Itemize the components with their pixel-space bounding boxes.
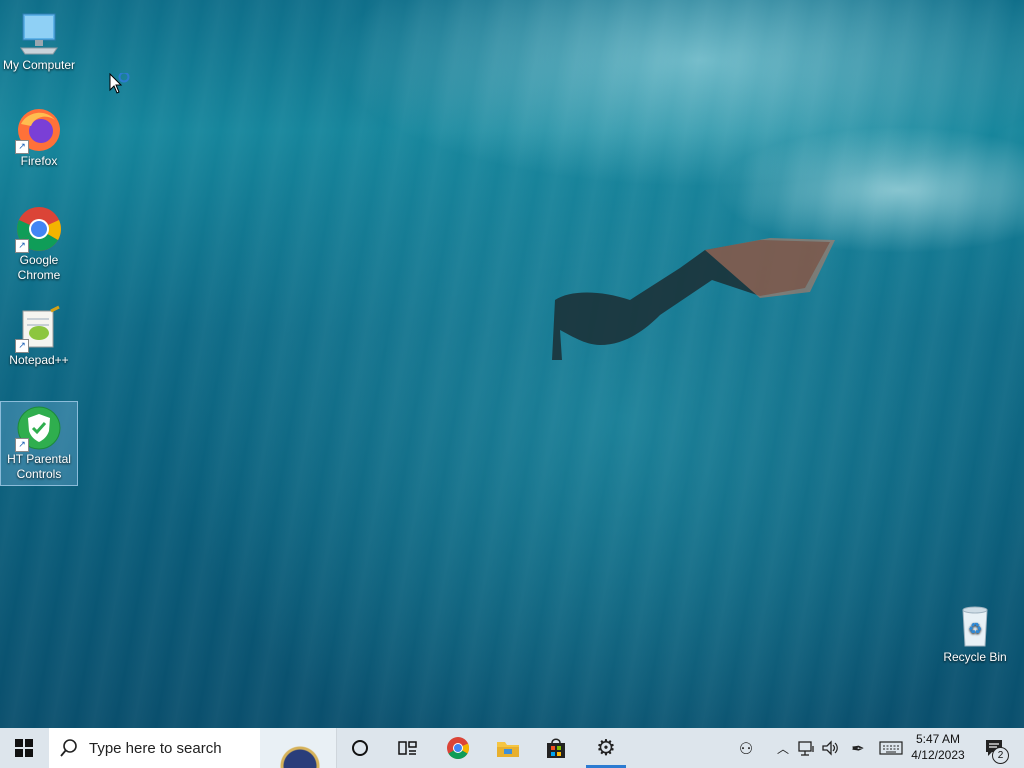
keyboard-icon [879, 741, 903, 755]
task-view-icon [398, 741, 417, 755]
recycle-bin-icon: ♻ [951, 602, 999, 650]
network-icon [798, 741, 814, 756]
cortana-button[interactable] [336, 728, 384, 768]
shortcut-arrow-icon: ↗ [15, 140, 29, 154]
windows-logo-icon [15, 739, 33, 757]
pen-icon: ✒ [851, 738, 865, 758]
network-button[interactable] [796, 728, 818, 768]
search-placeholder: Type here to search [89, 739, 222, 757]
desktop-icon-label: Recycle Bin [943, 650, 1007, 664]
taskbar-search-box[interactable]: Type here to search [49, 728, 337, 768]
speaker-icon [822, 740, 838, 756]
show-hidden-icons-button[interactable]: ︿ [774, 728, 792, 768]
chrome-icon [447, 737, 469, 759]
desktop-icon-label: My Computer [2, 58, 76, 72]
computer-icon [15, 10, 63, 58]
desktop-icon-label: HT Parental Controls [7, 452, 71, 481]
desktop-icon-ht-parental-controls[interactable]: ↗ HT Parental Controls [0, 401, 78, 486]
shortcut-arrow-icon: ↗ [15, 438, 29, 452]
settings-icon: ⚙ [596, 735, 616, 761]
desktop-icon-label: Google Chrome [17, 253, 61, 282]
chrome-icon: ↗ [15, 205, 63, 253]
notification-count-badge: 2 [992, 747, 1009, 764]
taskbar: Type here to search ⚙ [0, 728, 1024, 768]
taskbar-settings-button[interactable]: ⚙ [582, 728, 630, 768]
action-center-button[interactable]: 2 [978, 728, 1012, 768]
chevron-up-icon: ︿ [776, 741, 789, 756]
desktop-icon-firefox[interactable]: ↗ Firefox [1, 104, 77, 174]
volume-button[interactable] [820, 728, 840, 768]
desktop-icon-recycle-bin[interactable]: ♻ Recycle Bin [937, 600, 1013, 670]
diver-silhouette [552, 238, 835, 360]
file-explorer-icon [497, 742, 519, 757]
taskbar-file-explorer-button[interactable] [484, 728, 532, 768]
people-button[interactable]: ⚇ [734, 728, 758, 768]
desktop-icon-notepad-plus-plus[interactable]: ↗ Notepad++ [1, 303, 77, 373]
cortana-icon [352, 740, 368, 756]
desktop-icon-my-computer[interactable]: My Computer [1, 8, 77, 74]
taskbar-chrome-button[interactable] [434, 728, 482, 768]
task-view-button[interactable] [384, 728, 432, 768]
shortcut-arrow-icon: ↗ [15, 239, 29, 253]
clock-time: 5:47 AM [915, 732, 961, 746]
notepad-plus-plus-icon: ↗ [15, 305, 63, 353]
start-button[interactable] [0, 728, 48, 768]
mouse-cursor-busy-icon [109, 71, 133, 102]
clock-date: 4/12/2023 [911, 748, 965, 762]
clock-button[interactable]: 5:47 AM 4/12/2023 [905, 731, 971, 763]
people-icon: ⚇ [738, 738, 754, 758]
search-highlight-image [260, 728, 336, 768]
desktop-wallpaper [0, 0, 1024, 728]
desktop-icon-google-chrome[interactable]: ↗ Google Chrome [1, 203, 77, 287]
shield-check-icon: ↗ [15, 404, 63, 452]
firefox-icon: ↗ [15, 106, 63, 154]
desktop-icon-label: Notepad++ [9, 353, 69, 367]
touch-keyboard-button[interactable] [877, 728, 905, 768]
svg-text:♻: ♻ [968, 619, 982, 638]
pen-workspace-button[interactable]: ✒ [847, 728, 869, 768]
search-icon [60, 739, 77, 757]
microsoft-store-icon [547, 738, 565, 758]
desktop-icon-label: Firefox [20, 154, 58, 168]
taskbar-microsoft-store-button[interactable] [532, 728, 580, 768]
shortcut-arrow-icon: ↗ [15, 339, 29, 353]
